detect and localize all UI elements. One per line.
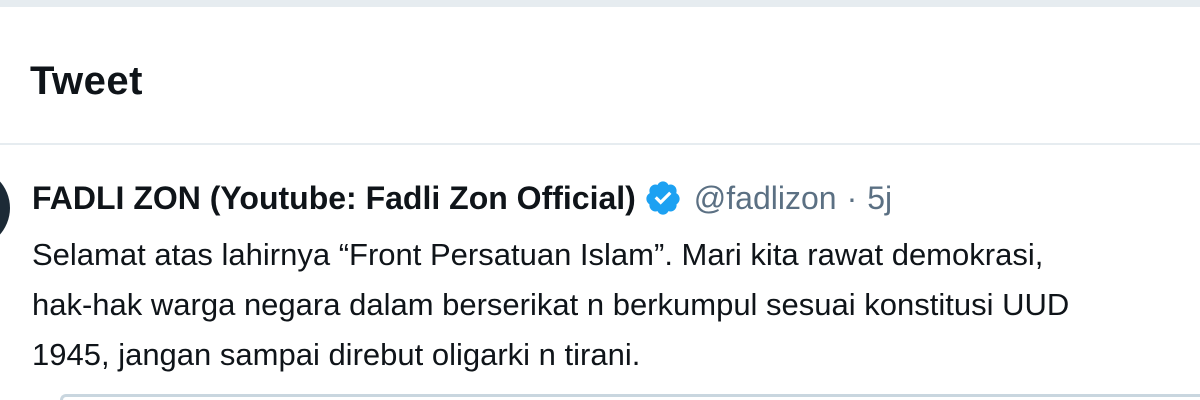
tweet-text-line: hak-hak warga negara dalam berserikat n … bbox=[32, 287, 1070, 322]
tweet-detail-view: Tweet FADLI ZON (Youtube: Fadli Zon Offi… bbox=[0, 0, 1200, 400]
tweet-author-row: FADLI ZON (Youtube: Fadli Zon Official) … bbox=[32, 176, 892, 220]
separator-dot: · bbox=[846, 179, 858, 216]
quoted-media-card[interactable] bbox=[60, 394, 1200, 400]
verified-badge-icon bbox=[646, 181, 680, 215]
author-handle[interactable]: @fadlizon bbox=[694, 178, 837, 218]
tweet-timestamp[interactable]: 5j bbox=[867, 178, 892, 218]
avatar[interactable] bbox=[0, 168, 10, 248]
author-display-name[interactable]: FADLI ZON (Youtube: Fadli Zon Official) bbox=[32, 178, 636, 218]
page-header: Tweet bbox=[0, 7, 1200, 145]
tweet-text: Selamat atas lahirnya “Front Persatuan I… bbox=[32, 230, 1200, 380]
top-divider bbox=[0, 0, 1200, 7]
page-title: Tweet bbox=[30, 59, 143, 103]
tweet-text-line: Selamat atas lahirnya “Front Persatuan I… bbox=[32, 237, 1044, 272]
tweet-text-line: 1945, jangan sampai direbut oligarki n t… bbox=[32, 337, 641, 372]
